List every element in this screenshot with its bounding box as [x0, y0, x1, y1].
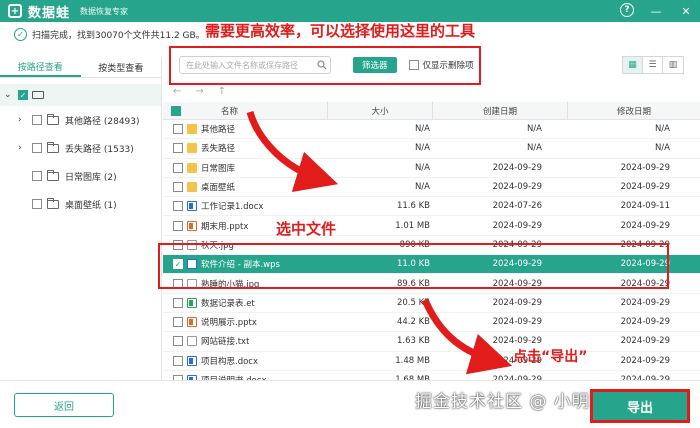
annotation-arrows — [246, 110, 513, 375]
arrow-to-file-list — [246, 110, 339, 192]
arrow-to-export — [421, 298, 513, 375]
